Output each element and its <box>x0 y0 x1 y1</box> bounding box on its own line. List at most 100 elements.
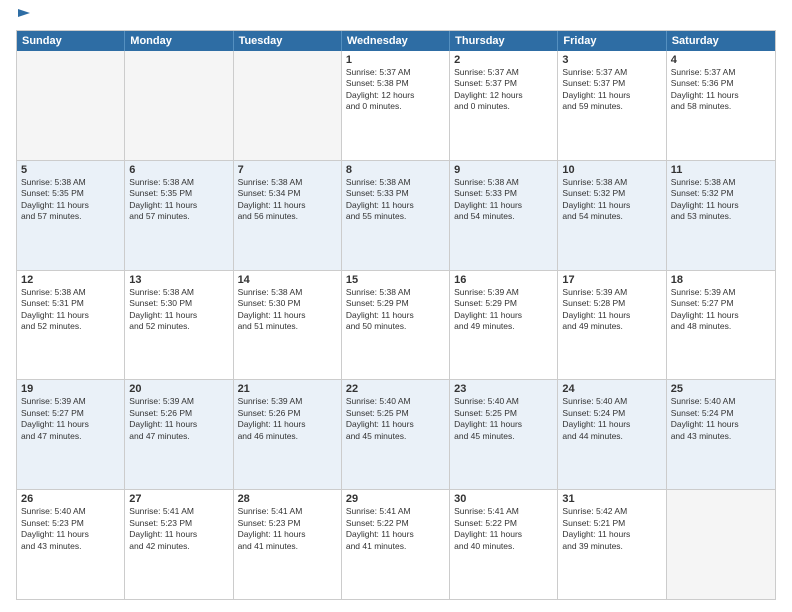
day-info: Sunrise: 5:39 AMSunset: 5:27 PMDaylight:… <box>21 396 120 442</box>
calendar-body: 1Sunrise: 5:37 AMSunset: 5:38 PMDaylight… <box>17 51 775 599</box>
day-info: Sunrise: 5:37 AMSunset: 5:36 PMDaylight:… <box>671 67 771 113</box>
day-number: 12 <box>21 274 120 286</box>
day-cell-9: 9Sunrise: 5:38 AMSunset: 5:33 PMDaylight… <box>450 161 558 270</box>
weekday-header-wednesday: Wednesday <box>342 31 450 51</box>
day-number: 6 <box>129 164 228 176</box>
day-info: Sunrise: 5:41 AMSunset: 5:22 PMDaylight:… <box>454 506 553 552</box>
day-info: Sunrise: 5:39 AMSunset: 5:27 PMDaylight:… <box>671 287 771 333</box>
day-number: 21 <box>238 383 337 395</box>
day-info: Sunrise: 5:38 AMSunset: 5:30 PMDaylight:… <box>129 287 228 333</box>
day-info: Sunrise: 5:38 AMSunset: 5:30 PMDaylight:… <box>238 287 337 333</box>
day-info: Sunrise: 5:38 AMSunset: 5:32 PMDaylight:… <box>562 177 661 223</box>
day-number: 17 <box>562 274 661 286</box>
day-cell-21: 21Sunrise: 5:39 AMSunset: 5:26 PMDayligh… <box>234 380 342 489</box>
calendar-row-2: 5Sunrise: 5:38 AMSunset: 5:35 PMDaylight… <box>17 160 775 270</box>
day-info: Sunrise: 5:38 AMSunset: 5:33 PMDaylight:… <box>346 177 445 223</box>
day-cell-26: 26Sunrise: 5:40 AMSunset: 5:23 PMDayligh… <box>17 490 125 599</box>
empty-cell <box>17 51 125 160</box>
weekday-header-sunday: Sunday <box>17 31 125 51</box>
day-info: Sunrise: 5:38 AMSunset: 5:29 PMDaylight:… <box>346 287 445 333</box>
day-number: 26 <box>21 493 120 505</box>
day-info: Sunrise: 5:37 AMSunset: 5:37 PMDaylight:… <box>454 67 553 113</box>
day-cell-18: 18Sunrise: 5:39 AMSunset: 5:27 PMDayligh… <box>667 271 775 380</box>
day-number: 15 <box>346 274 445 286</box>
day-info: Sunrise: 5:38 AMSunset: 5:32 PMDaylight:… <box>671 177 771 223</box>
day-number: 28 <box>238 493 337 505</box>
calendar-header: SundayMondayTuesdayWednesdayThursdayFrid… <box>17 31 775 51</box>
day-info: Sunrise: 5:40 AMSunset: 5:25 PMDaylight:… <box>454 396 553 442</box>
day-info: Sunrise: 5:39 AMSunset: 5:28 PMDaylight:… <box>562 287 661 333</box>
day-number: 9 <box>454 164 553 176</box>
day-info: Sunrise: 5:40 AMSunset: 5:24 PMDaylight:… <box>562 396 661 442</box>
day-number: 27 <box>129 493 228 505</box>
header <box>16 12 776 22</box>
empty-cell <box>234 51 342 160</box>
calendar-row-4: 19Sunrise: 5:39 AMSunset: 5:27 PMDayligh… <box>17 379 775 489</box>
weekday-header-tuesday: Tuesday <box>234 31 342 51</box>
day-number: 14 <box>238 274 337 286</box>
day-cell-16: 16Sunrise: 5:39 AMSunset: 5:29 PMDayligh… <box>450 271 558 380</box>
day-info: Sunrise: 5:38 AMSunset: 5:34 PMDaylight:… <box>238 177 337 223</box>
day-cell-8: 8Sunrise: 5:38 AMSunset: 5:33 PMDaylight… <box>342 161 450 270</box>
day-cell-12: 12Sunrise: 5:38 AMSunset: 5:31 PMDayligh… <box>17 271 125 380</box>
day-number: 29 <box>346 493 445 505</box>
day-info: Sunrise: 5:38 AMSunset: 5:33 PMDaylight:… <box>454 177 553 223</box>
day-info: Sunrise: 5:40 AMSunset: 5:25 PMDaylight:… <box>346 396 445 442</box>
day-info: Sunrise: 5:41 AMSunset: 5:22 PMDaylight:… <box>346 506 445 552</box>
day-info: Sunrise: 5:39 AMSunset: 5:26 PMDaylight:… <box>238 396 337 442</box>
day-cell-22: 22Sunrise: 5:40 AMSunset: 5:25 PMDayligh… <box>342 380 450 489</box>
day-info: Sunrise: 5:39 AMSunset: 5:26 PMDaylight:… <box>129 396 228 442</box>
day-number: 13 <box>129 274 228 286</box>
day-cell-27: 27Sunrise: 5:41 AMSunset: 5:23 PMDayligh… <box>125 490 233 599</box>
logo <box>16 12 31 22</box>
day-info: Sunrise: 5:41 AMSunset: 5:23 PMDaylight:… <box>238 506 337 552</box>
day-info: Sunrise: 5:38 AMSunset: 5:31 PMDaylight:… <box>21 287 120 333</box>
day-number: 23 <box>454 383 553 395</box>
day-cell-19: 19Sunrise: 5:39 AMSunset: 5:27 PMDayligh… <box>17 380 125 489</box>
day-cell-17: 17Sunrise: 5:39 AMSunset: 5:28 PMDayligh… <box>558 271 666 380</box>
weekday-header-saturday: Saturday <box>667 31 775 51</box>
day-number: 24 <box>562 383 661 395</box>
day-cell-25: 25Sunrise: 5:40 AMSunset: 5:24 PMDayligh… <box>667 380 775 489</box>
day-number: 3 <box>562 54 661 66</box>
day-number: 31 <box>562 493 661 505</box>
day-cell-3: 3Sunrise: 5:37 AMSunset: 5:37 PMDaylight… <box>558 51 666 160</box>
page: SundayMondayTuesdayWednesdayThursdayFrid… <box>0 0 792 612</box>
day-number: 25 <box>671 383 771 395</box>
day-number: 10 <box>562 164 661 176</box>
day-number: 2 <box>454 54 553 66</box>
logo-flag-icon <box>17 8 31 22</box>
day-number: 22 <box>346 383 445 395</box>
day-number: 19 <box>21 383 120 395</box>
day-cell-15: 15Sunrise: 5:38 AMSunset: 5:29 PMDayligh… <box>342 271 450 380</box>
day-cell-28: 28Sunrise: 5:41 AMSunset: 5:23 PMDayligh… <box>234 490 342 599</box>
day-number: 4 <box>671 54 771 66</box>
calendar-row-5: 26Sunrise: 5:40 AMSunset: 5:23 PMDayligh… <box>17 489 775 599</box>
weekday-header-monday: Monday <box>125 31 233 51</box>
weekday-header-thursday: Thursday <box>450 31 558 51</box>
day-cell-29: 29Sunrise: 5:41 AMSunset: 5:22 PMDayligh… <box>342 490 450 599</box>
day-cell-1: 1Sunrise: 5:37 AMSunset: 5:38 PMDaylight… <box>342 51 450 160</box>
calendar-row-1: 1Sunrise: 5:37 AMSunset: 5:38 PMDaylight… <box>17 51 775 160</box>
day-info: Sunrise: 5:38 AMSunset: 5:35 PMDaylight:… <box>129 177 228 223</box>
day-info: Sunrise: 5:38 AMSunset: 5:35 PMDaylight:… <box>21 177 120 223</box>
day-info: Sunrise: 5:42 AMSunset: 5:21 PMDaylight:… <box>562 506 661 552</box>
day-info: Sunrise: 5:40 AMSunset: 5:24 PMDaylight:… <box>671 396 771 442</box>
day-cell-20: 20Sunrise: 5:39 AMSunset: 5:26 PMDayligh… <box>125 380 233 489</box>
day-number: 11 <box>671 164 771 176</box>
empty-cell <box>125 51 233 160</box>
day-info: Sunrise: 5:39 AMSunset: 5:29 PMDaylight:… <box>454 287 553 333</box>
day-info: Sunrise: 5:37 AMSunset: 5:37 PMDaylight:… <box>562 67 661 113</box>
day-number: 5 <box>21 164 120 176</box>
day-info: Sunrise: 5:37 AMSunset: 5:38 PMDaylight:… <box>346 67 445 113</box>
day-number: 18 <box>671 274 771 286</box>
day-info: Sunrise: 5:40 AMSunset: 5:23 PMDaylight:… <box>21 506 120 552</box>
day-cell-23: 23Sunrise: 5:40 AMSunset: 5:25 PMDayligh… <box>450 380 558 489</box>
day-cell-2: 2Sunrise: 5:37 AMSunset: 5:37 PMDaylight… <box>450 51 558 160</box>
day-number: 16 <box>454 274 553 286</box>
day-cell-4: 4Sunrise: 5:37 AMSunset: 5:36 PMDaylight… <box>667 51 775 160</box>
day-cell-31: 31Sunrise: 5:42 AMSunset: 5:21 PMDayligh… <box>558 490 666 599</box>
day-cell-14: 14Sunrise: 5:38 AMSunset: 5:30 PMDayligh… <box>234 271 342 380</box>
day-cell-10: 10Sunrise: 5:38 AMSunset: 5:32 PMDayligh… <box>558 161 666 270</box>
empty-cell <box>667 490 775 599</box>
